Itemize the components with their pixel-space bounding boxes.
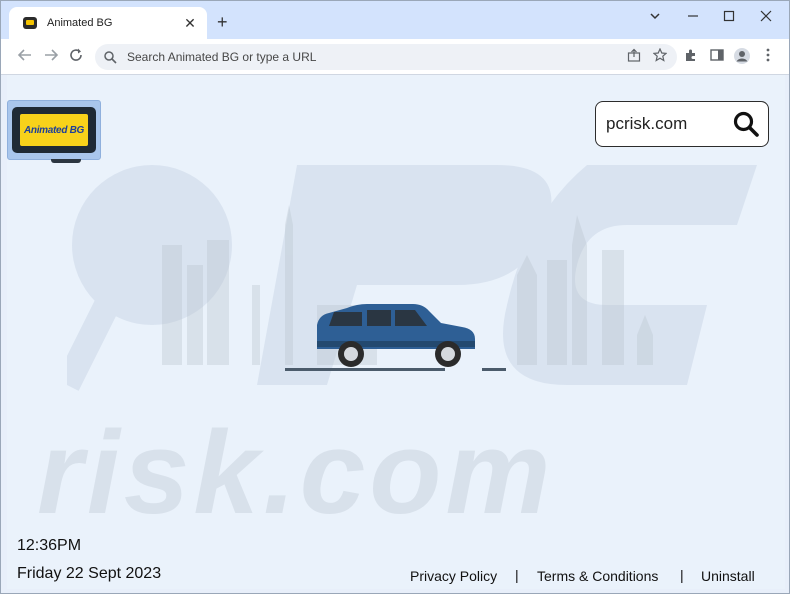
forward-icon[interactable] xyxy=(41,47,61,67)
tab-strip: Animated BG ✕ + xyxy=(1,1,789,39)
footer-separator: | xyxy=(515,567,519,583)
address-bar[interactable]: Search Animated BG or type a URL xyxy=(95,44,677,70)
reload-icon[interactable] xyxy=(66,47,86,67)
search-box xyxy=(595,101,769,147)
tab-title: Animated BG xyxy=(47,17,113,29)
privacy-policy-link[interactable]: Privacy Policy xyxy=(410,568,497,584)
film-strip-icon: Animated BG xyxy=(12,107,96,153)
new-tab-button[interactable]: + xyxy=(217,13,228,31)
search-icon[interactable] xyxy=(732,110,760,138)
menu-icon[interactable] xyxy=(758,47,778,67)
logo[interactable]: Animated BG xyxy=(7,100,101,160)
address-placeholder: Search Animated BG or type a URL xyxy=(127,50,317,64)
maximize-button[interactable] xyxy=(717,9,741,25)
side-panel-icon[interactable] xyxy=(707,47,727,67)
search-input[interactable] xyxy=(606,114,726,134)
uninstall-link[interactable]: Uninstall xyxy=(701,568,755,584)
back-icon[interactable] xyxy=(15,47,35,67)
tab-search-dropdown-icon[interactable] xyxy=(643,9,667,25)
toolbar: Search Animated BG or type a URL xyxy=(1,39,789,75)
road xyxy=(285,368,506,371)
page-content: risk.com Animated BG pcrisk.com 12:36PM … xyxy=(7,75,785,589)
car xyxy=(317,304,475,367)
terms-conditions-link[interactable]: Terms & Conditions xyxy=(537,568,658,584)
clock-time: 12:36PM xyxy=(17,537,82,554)
extensions-icon[interactable] xyxy=(681,47,701,67)
logo-text: Animated BG xyxy=(23,124,85,136)
search-icon xyxy=(104,51,117,64)
profile-icon[interactable] xyxy=(732,47,752,67)
footer-separator: | xyxy=(680,567,684,583)
watermark-text: risk.com xyxy=(37,407,555,539)
tab-animated-bg[interactable]: Animated BG ✕ xyxy=(9,7,207,39)
favicon-icon xyxy=(23,17,37,29)
minimize-button[interactable] xyxy=(681,9,705,25)
tab-close-icon[interactable]: ✕ xyxy=(181,15,199,32)
close-window-button[interactable] xyxy=(754,9,778,25)
clock-date: Friday 22 Sept 2023 xyxy=(17,565,162,582)
browser-window: Animated BG ✕ + Search Animated BG or ty… xyxy=(0,0,790,594)
animated-scene xyxy=(162,205,653,371)
star-icon[interactable] xyxy=(651,47,669,66)
share-icon[interactable] xyxy=(625,48,643,66)
logo-stand xyxy=(51,159,81,163)
